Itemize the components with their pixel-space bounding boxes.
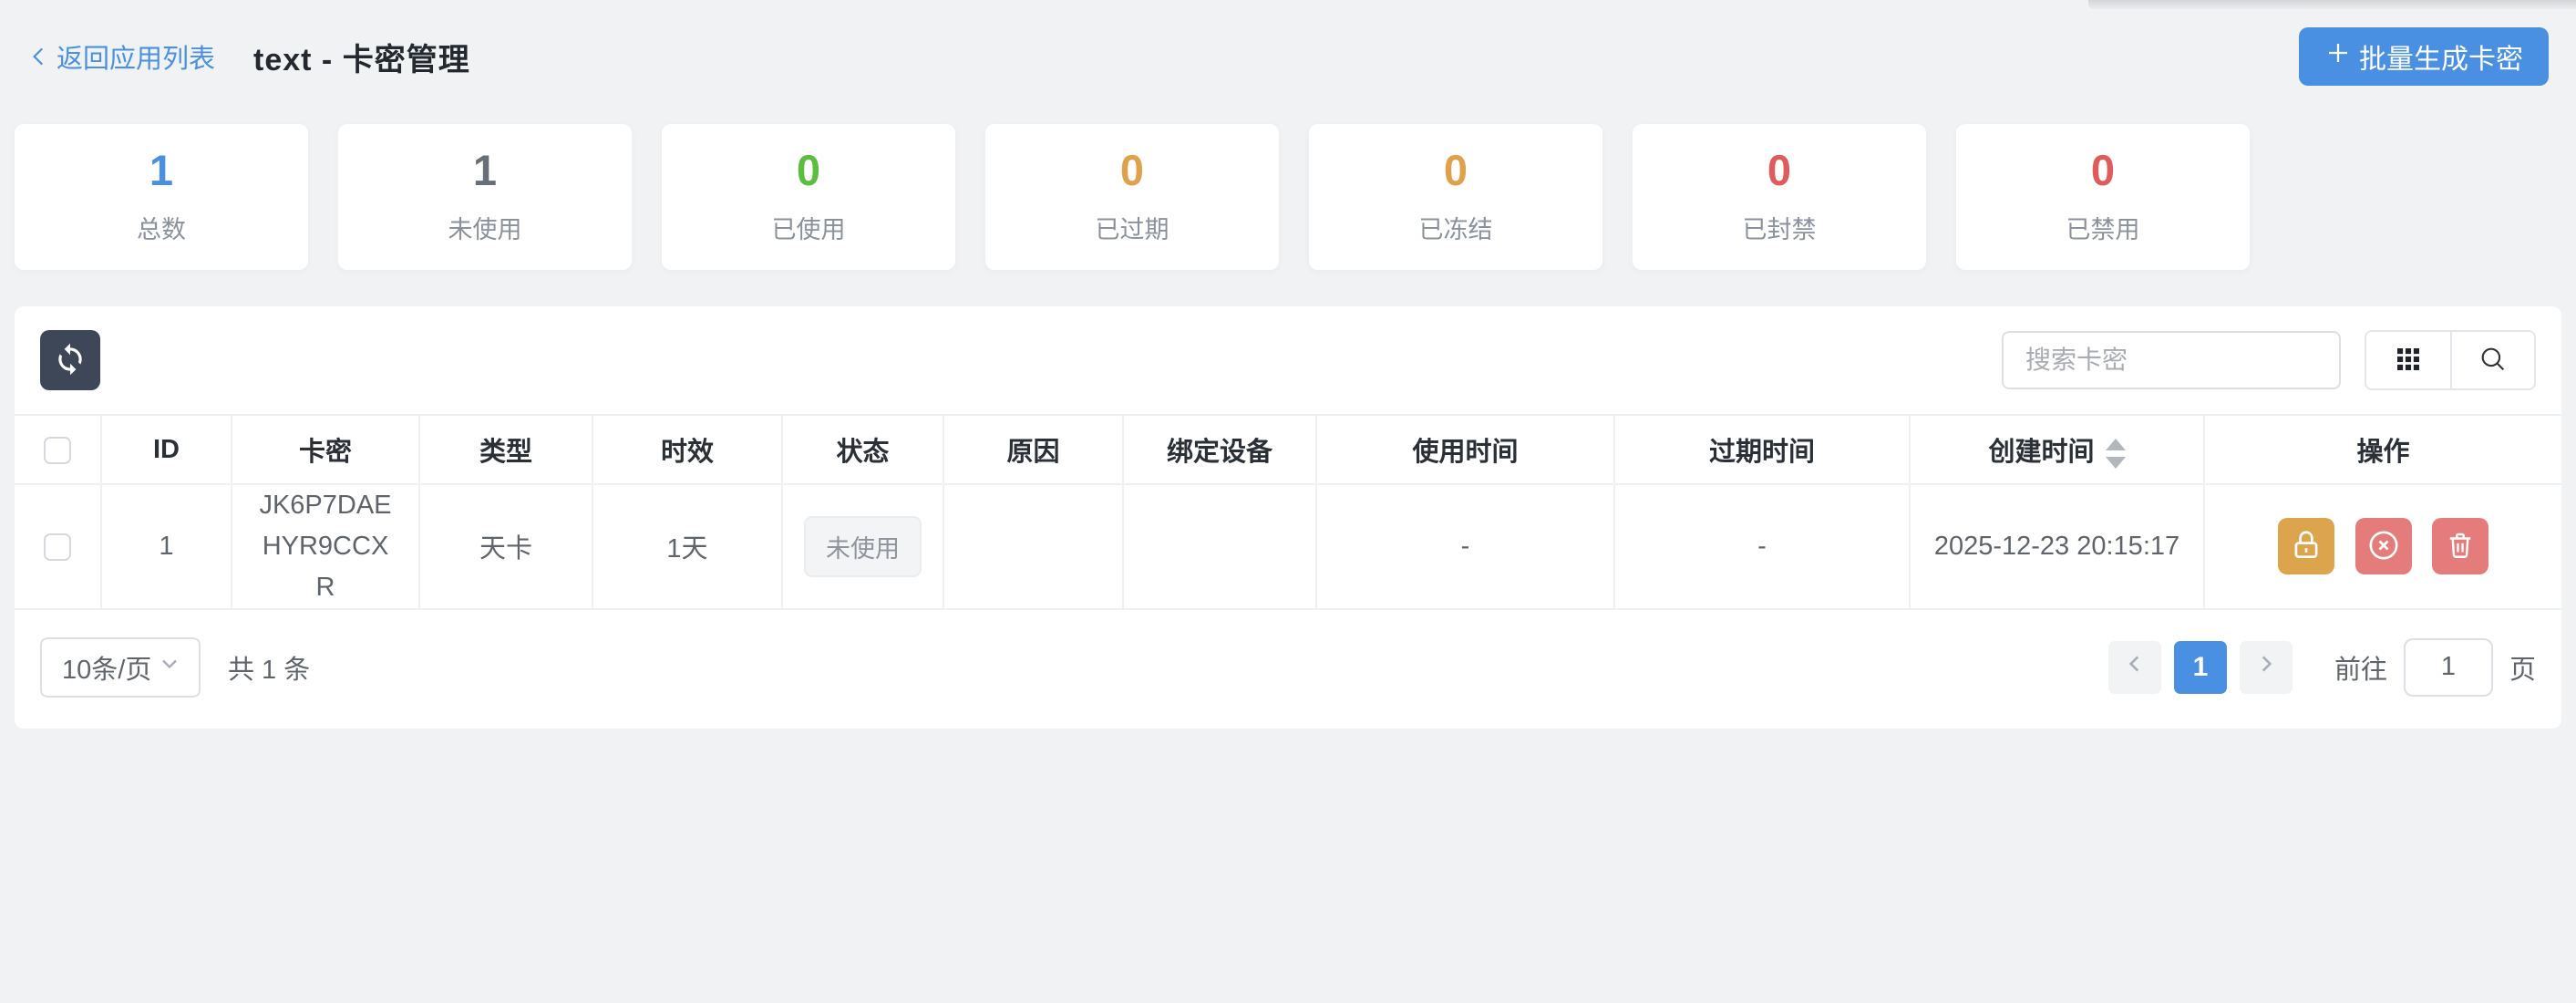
cell-create-time: 2025-12-23 20:15:17: [1910, 484, 2204, 609]
header-create-time[interactable]: 创建时间: [1910, 415, 2204, 484]
stat-label: 已过期: [1096, 210, 1170, 245]
stat-label: 总数: [137, 210, 186, 245]
stats-row: 1 总数 1 未使用 0 已使用 0 已过期 0 已冻结 0 已封禁 0 已禁用: [0, 88, 2576, 270]
freeze-button[interactable]: [2278, 518, 2334, 574]
cell-reason: [943, 484, 1123, 609]
chevron-down-icon: [157, 651, 182, 684]
stat-value: 1: [473, 149, 497, 191]
stat-label: 已封禁: [1743, 210, 1817, 245]
row-checkbox[interactable]: [44, 533, 71, 561]
stat-card-frozen: 0 已冻结: [1309, 124, 1602, 270]
cell-select: [15, 484, 101, 609]
goto-label: 前往: [2334, 648, 2387, 687]
select-all-checkbox[interactable]: [44, 437, 71, 464]
header-expire-time: 过期时间: [1614, 415, 1910, 484]
chevron-left-icon: [2123, 652, 2147, 683]
card-key-table: ID 卡密 类型 时效 状态 原因 绑定设备 使用时间 过期时间 创建时间 操作…: [15, 414, 2561, 610]
stat-card-unused: 1 未使用: [338, 124, 632, 270]
goto-unit-label: 页: [2509, 648, 2536, 687]
stat-card-banned: 0 已封禁: [1633, 124, 1926, 270]
stat-card-disabled: 0 已禁用: [1956, 124, 2250, 270]
stat-label: 未使用: [448, 210, 522, 245]
trash-icon: [2444, 529, 2477, 564]
header-used-time: 使用时间: [1316, 415, 1614, 484]
back-to-app-list-link[interactable]: 返回应用列表: [27, 37, 215, 76]
cell-expire-time: -: [1614, 484, 1910, 609]
delete-button[interactable]: [2432, 518, 2488, 574]
cell-used-time: -: [1316, 484, 1614, 609]
topbar: 返回应用列表 text - 卡密管理 批量生成卡密: [0, 0, 2576, 88]
table-row: 1 JK6P7DAEHYR9CCXR 天卡 1天 未使用 - - 2025-12…: [15, 484, 2561, 609]
stat-value: 0: [1120, 149, 1144, 191]
cell-id: 1: [101, 484, 232, 609]
cell-status: 未使用: [782, 484, 943, 609]
header-create-time-label: 创建时间: [1988, 438, 2094, 467]
search-input[interactable]: [2002, 331, 2341, 389]
card-key-panel: ID 卡密 类型 时效 状态 原因 绑定设备 使用时间 过期时间 创建时间 操作…: [15, 306, 2561, 729]
page-size-value: 10条/页: [62, 648, 151, 687]
header-device: 绑定设备: [1123, 415, 1316, 484]
header-reason: 原因: [943, 415, 1123, 484]
header-type: 类型: [419, 415, 592, 484]
stat-label: 已禁用: [2066, 210, 2140, 245]
search-toggle-button[interactable]: [2450, 332, 2534, 388]
prev-page-button[interactable]: [2108, 641, 2161, 694]
cell-duration: 1天: [592, 484, 782, 609]
header-status: 状态: [782, 415, 943, 484]
invalidate-button[interactable]: [2355, 518, 2412, 574]
stat-card-used: 0 已使用: [662, 124, 955, 270]
grid-view-button[interactable]: [2366, 332, 2450, 388]
header-actions: 操作: [2204, 415, 2561, 484]
view-toggle-group: [2365, 330, 2536, 390]
cell-card-key: JK6P7DAEHYR9CCXR: [232, 484, 419, 609]
plus-icon: [2324, 39, 2352, 74]
page-size-select[interactable]: 10条/页: [40, 637, 201, 698]
batch-generate-button[interactable]: 批量生成卡密: [2299, 27, 2549, 86]
header-id: ID: [101, 415, 232, 484]
table-toolbar: [15, 306, 2561, 414]
circle-x-icon: [2365, 527, 2402, 566]
refresh-icon: [53, 342, 88, 379]
goto-page: 前往 页: [2334, 638, 2536, 697]
stat-value: 0: [2091, 149, 2115, 191]
search-icon: [2478, 344, 2509, 377]
next-page-button[interactable]: [2240, 641, 2293, 694]
lock-icon: [2289, 528, 2324, 565]
stat-card-total: 1 总数: [15, 124, 308, 270]
goto-page-input[interactable]: [2404, 638, 2493, 697]
pagination-bar: 10条/页 共 1 条 1 前往 页: [15, 610, 2561, 729]
cell-device: [1123, 484, 1316, 609]
stat-label: 已冻结: [1419, 210, 1493, 245]
table-header-row: ID 卡密 类型 时效 状态 原因 绑定设备 使用时间 过期时间 创建时间 操作: [15, 415, 2561, 484]
total-count-label: 共 1 条: [228, 648, 310, 687]
back-link-label: 返回应用列表: [57, 37, 215, 76]
stat-value: 0: [1444, 149, 1468, 191]
cell-type: 天卡: [419, 484, 592, 609]
stat-value: 0: [797, 149, 820, 191]
stat-card-expired: 0 已过期: [985, 124, 1279, 270]
chevron-right-icon: [2254, 652, 2278, 683]
stat-label: 已使用: [772, 210, 846, 245]
status-badge: 未使用: [804, 516, 922, 577]
pager: 1 前往 页: [2108, 638, 2536, 697]
horizontal-scrollbar[interactable]: [2088, 0, 2576, 9]
toolbar-right: [2002, 330, 2536, 390]
cell-actions: [2204, 484, 2561, 609]
stat-value: 1: [149, 149, 173, 191]
chevron-left-icon: [27, 43, 51, 70]
page-number-button[interactable]: 1: [2174, 641, 2227, 694]
sort-carets-icon[interactable]: [2106, 439, 2126, 469]
header-select-all: [15, 415, 101, 484]
header-card-key: 卡密: [232, 415, 419, 484]
stat-value: 0: [1767, 149, 1791, 191]
batch-generate-label: 批量生成卡密: [2359, 36, 2523, 77]
refresh-button[interactable]: [40, 330, 100, 390]
grid-icon: [2394, 345, 2423, 377]
header-duration: 时效: [592, 415, 782, 484]
page-title: text - 卡密管理: [253, 35, 470, 79]
